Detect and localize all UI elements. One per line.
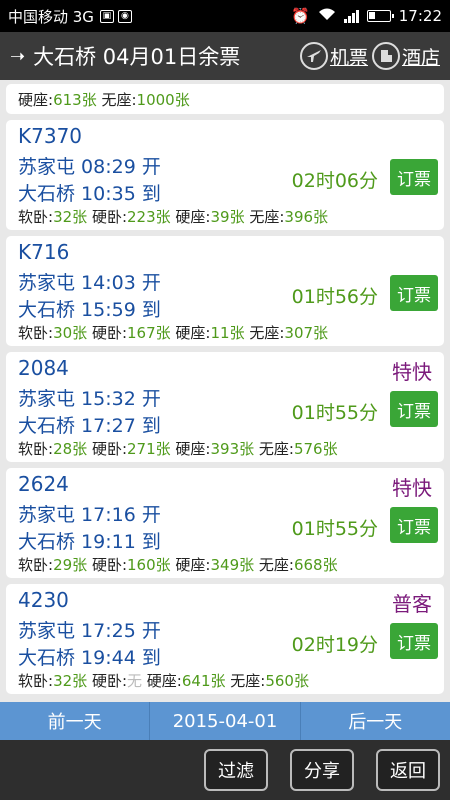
battery-icon (366, 10, 394, 22)
train-list[interactable]: 硬座:613张 无座:1000张 K7370 苏家屯 08:29 开 大石桥 1… (6, 84, 444, 700)
departure-info: 苏家屯 15:32 开 (18, 388, 161, 410)
hotel-button[interactable]: 酒店 (371, 42, 440, 70)
book-ticket-button[interactable]: 订票 (390, 391, 438, 427)
arrival-info: 大石桥 15:59 到 (18, 299, 161, 321)
seat-availability: 软卧:29张 硬卧:160张 硬座:349张 无座:668张 (18, 556, 338, 574)
seat-availability: 软卧:30张 硬卧:167张 硬座:11张 无座:307张 (18, 324, 329, 342)
train-type: 普客 (392, 592, 432, 616)
flight-label: 机票 (329, 46, 368, 69)
bottom-toolbar: 过滤 分享 返回 (0, 740, 450, 800)
train-type: 特快 (392, 360, 432, 384)
previous-day-button[interactable]: 前一天 (0, 702, 149, 740)
seat-availability: 软卧:32张 硬卧:无 硬座:641张 无座:560张 (18, 672, 309, 690)
train-number: 2084 (18, 356, 69, 380)
back-button[interactable]: 返回 (376, 749, 440, 791)
share-button[interactable]: 分享 (290, 749, 354, 791)
train-row[interactable]: 2084 特快 苏家屯 15:32 开 大石桥 17:27 到 01时55分 订… (6, 352, 444, 462)
wifi-icon (318, 7, 336, 25)
travel-duration: 01时55分 (291, 518, 378, 540)
page-title: 大石桥 04月01日余票 (33, 45, 241, 69)
train-type: 特快 (392, 476, 432, 500)
departure-info: 苏家屯 17:16 开 (18, 504, 161, 526)
arrival-info: 大石桥 10:35 到 (18, 183, 161, 205)
alarm-icon: ⏰ (291, 7, 310, 25)
list-item-partial[interactable]: 硬座:613张 无座:1000张 (6, 84, 444, 114)
next-day-button[interactable]: 后一天 (301, 702, 450, 740)
departure-info: 苏家屯 08:29 开 (18, 156, 161, 178)
travel-duration: 01时56分 (291, 286, 378, 308)
train-row[interactable]: K7370 苏家屯 08:29 开 大石桥 10:35 到 02时06分 订票 … (6, 120, 444, 230)
seat-summary: 硬座:613张 无座:1000张 (18, 90, 190, 109)
hotel-icon (371, 42, 400, 70)
carrier-label: 中国移动 3G (8, 7, 94, 26)
status-bar: 中国移动 3G ▣ ◉ ⏰ 17:22 (0, 0, 450, 32)
travel-duration: 01时55分 (291, 402, 378, 424)
arrival-info: 大石桥 19:44 到 (18, 647, 161, 669)
clock: 17:22 (398, 7, 442, 25)
filter-button[interactable]: 过滤 (204, 749, 268, 791)
travel-duration: 02时19分 (291, 634, 378, 656)
departure-info: 苏家屯 14:03 开 (18, 272, 161, 294)
train-number: 4230 (18, 588, 69, 612)
signal-icon (343, 9, 359, 23)
train-row[interactable]: 2624 特快 苏家屯 17:16 开 大石桥 19:11 到 01时55分 订… (6, 468, 444, 578)
book-ticket-button[interactable]: 订票 (390, 507, 438, 543)
current-date[interactable]: 2015-04-01 (149, 702, 301, 740)
train-number: K7370 (18, 124, 83, 148)
train-row[interactable]: 4230 普客 苏家屯 17:25 开 大石桥 19:44 到 02时19分 订… (6, 584, 444, 694)
book-ticket-button[interactable]: 订票 (390, 159, 438, 195)
app-notification-icon: ◉ (117, 9, 132, 23)
arrival-info: 大石桥 17:27 到 (18, 415, 161, 437)
departure-info: 苏家屯 17:25 开 (18, 620, 161, 642)
book-ticket-button[interactable]: 订票 (390, 275, 438, 311)
train-number: 2624 (18, 472, 69, 496)
flight-tickets-button[interactable]: 机票 (299, 42, 368, 70)
image-notification-icon: ▣ (99, 9, 114, 23)
train-number: K716 (18, 240, 70, 264)
hotel-label: 酒店 (401, 46, 440, 69)
arrival-info: 大石桥 19:11 到 (18, 531, 161, 553)
arrow-right-icon[interactable]: ➝ (10, 46, 25, 67)
seat-availability: 软卧:28张 硬卧:271张 硬座:393张 无座:576张 (18, 440, 338, 458)
app-header: ➝ 大石桥 04月01日余票 机票 酒店 (0, 32, 450, 80)
book-ticket-button[interactable]: 订票 (390, 623, 438, 659)
travel-duration: 02时06分 (291, 170, 378, 192)
seat-availability: 软卧:32张 硬卧:223张 硬座:39张 无座:396张 (18, 208, 329, 226)
airplane-icon (299, 42, 328, 70)
train-row[interactable]: K716 苏家屯 14:03 开 大石桥 15:59 到 01时56分 订票 软… (6, 236, 444, 346)
date-navigation: 前一天 2015-04-01 后一天 (0, 702, 450, 740)
